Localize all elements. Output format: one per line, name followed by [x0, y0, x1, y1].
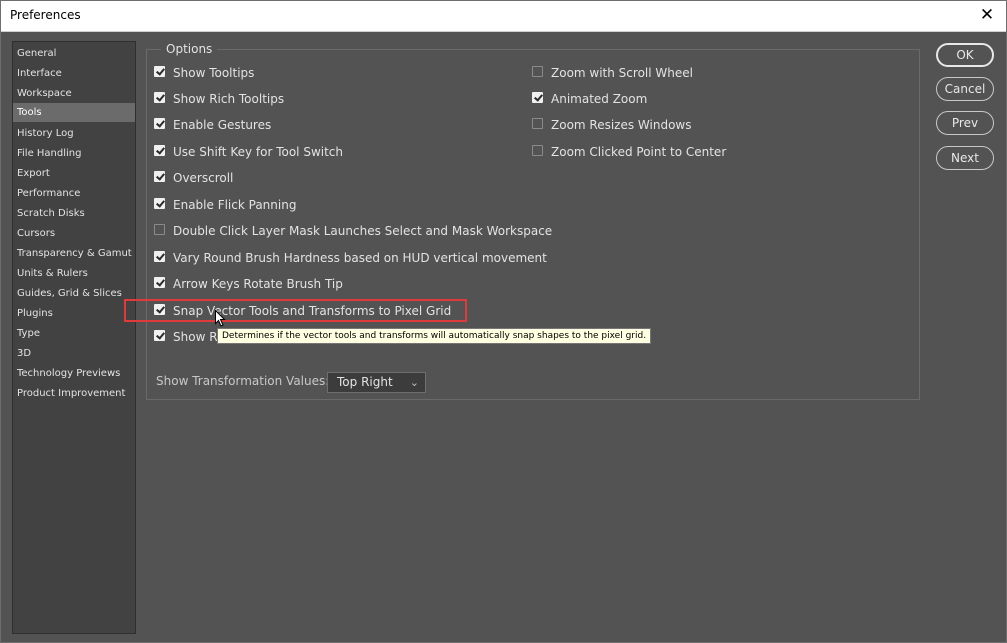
preferences-dialog: Preferences ✕ General Interface Workspac… — [0, 0, 1007, 643]
option-label: Enable Flick Panning — [173, 198, 297, 212]
checkbox[interactable] — [532, 92, 543, 103]
checkbox[interactable] — [532, 118, 543, 129]
option-label: Show Rich Tooltips — [173, 92, 285, 106]
sidebar-item-export[interactable]: Export — [13, 164, 135, 183]
checkbox[interactable] — [154, 251, 165, 262]
sidebar-item-general[interactable]: General — [13, 44, 135, 63]
checkbox[interactable] — [154, 145, 165, 156]
sidebar-item-scratch-disks[interactable]: Scratch Disks — [13, 204, 135, 223]
checkbox[interactable] — [154, 118, 165, 129]
sidebar-item-cursors[interactable]: Cursors — [13, 224, 135, 243]
checkbox[interactable] — [154, 224, 165, 235]
options-group-title: Options — [161, 42, 218, 56]
option-label: Animated Zoom — [551, 92, 648, 106]
checkbox[interactable] — [532, 145, 543, 156]
sidebar: General Interface Workspace Tools Histor… — [12, 41, 136, 634]
option-label: Zoom Resizes Windows — [551, 118, 692, 132]
transformation-values-label: Show Transformation Values: — [156, 374, 330, 388]
prev-button[interactable]: Prev — [936, 111, 994, 135]
transformation-values-selected: Top Right — [337, 375, 393, 389]
option-label: Enable Gestures — [173, 118, 272, 132]
option-label: Show R — [173, 330, 218, 344]
checkbox[interactable] — [154, 277, 165, 288]
title-bar: Preferences ✕ — [1, 1, 1006, 32]
checkbox[interactable] — [154, 171, 165, 182]
mouse-cursor-icon — [215, 310, 226, 327]
tooltip: Determines if the vector tools and trans… — [217, 328, 652, 344]
sidebar-item-transparency-gamut[interactable]: Transparency & Gamut — [13, 244, 135, 263]
option-label: Overscroll — [173, 171, 234, 185]
cancel-button[interactable]: Cancel — [936, 77, 994, 101]
sidebar-item-product-improvement[interactable]: Product Improvement — [13, 384, 135, 403]
chevron-down-icon: ⌄ — [409, 376, 419, 389]
close-icon[interactable]: ✕ — [976, 4, 998, 26]
checkbox[interactable] — [154, 198, 165, 209]
sidebar-item-file-handling[interactable]: File Handling — [13, 144, 135, 163]
checkbox[interactable] — [532, 66, 543, 77]
option-label: Use Shift Key for Tool Switch — [173, 145, 344, 159]
checkbox[interactable] — [154, 66, 165, 77]
transformation-values-select[interactable]: Top Right ⌄ — [327, 372, 426, 393]
sidebar-item-plugins[interactable]: Plugins — [13, 304, 135, 323]
sidebar-item-history-log[interactable]: History Log — [13, 124, 135, 143]
sidebar-item-workspace[interactable]: Workspace — [13, 84, 135, 103]
sidebar-item-type[interactable]: Type — [13, 324, 135, 343]
next-button[interactable]: Next — [936, 146, 994, 170]
checkbox[interactable] — [154, 92, 165, 103]
option-label: Double Click Layer Mask Launches Select … — [173, 224, 553, 238]
sidebar-item-guides-grid-slices[interactable]: Guides, Grid & Slices — [13, 284, 135, 303]
checkbox[interactable] — [154, 330, 165, 341]
option-label: Arrow Keys Rotate Brush Tip — [173, 277, 343, 291]
ok-button[interactable]: OK — [936, 43, 994, 67]
sidebar-item-tools[interactable]: Tools — [13, 103, 135, 122]
option-label: Zoom with Scroll Wheel — [551, 66, 693, 80]
option-label: Show Tooltips — [173, 66, 255, 80]
option-label: Zoom Clicked Point to Center — [551, 145, 727, 159]
sidebar-item-units-rulers[interactable]: Units & Rulers — [13, 264, 135, 283]
option-label: Vary Round Brush Hardness based on HUD v… — [173, 251, 547, 265]
window-title: Preferences — [10, 8, 81, 22]
sidebar-item-3d[interactable]: 3D — [13, 344, 135, 363]
highlight-box — [124, 299, 467, 322]
sidebar-item-interface[interactable]: Interface — [13, 64, 135, 83]
sidebar-item-technology-previews[interactable]: Technology Previews — [13, 364, 135, 383]
sidebar-item-performance[interactable]: Performance — [13, 184, 135, 203]
